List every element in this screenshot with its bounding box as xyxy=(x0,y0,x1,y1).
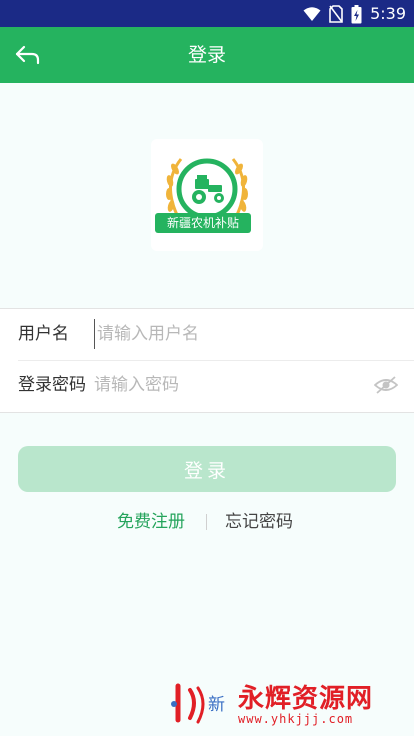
watermark-logo-text: 新 xyxy=(208,695,225,715)
no-sim-icon xyxy=(329,5,343,23)
status-time: 5:39 xyxy=(370,4,406,23)
status-icons: 5:39 xyxy=(303,4,406,24)
link-separator xyxy=(206,514,207,530)
battery-charging-icon xyxy=(351,4,362,23)
login-form: 用户名 登录密码 xyxy=(0,308,414,413)
logo-text: 新疆农机补贴 xyxy=(155,213,251,233)
status-bar: 5:39 xyxy=(0,0,414,27)
watermark: 新 永辉资源网 www.yhkjjj.com xyxy=(168,676,414,732)
password-input[interactable] xyxy=(94,370,354,400)
login-button[interactable]: 登录 xyxy=(18,446,396,492)
username-label: 用户名 xyxy=(18,324,69,344)
eye-icon[interactable] xyxy=(374,375,398,395)
username-input[interactable] xyxy=(94,319,397,349)
tractor-emblem-icon xyxy=(166,158,248,220)
watermark-brand: 永辉资源网 xyxy=(238,684,374,714)
forgot-password-link[interactable]: 忘记密码 xyxy=(225,507,293,537)
page-title: 登录 xyxy=(187,44,226,66)
watermark-url: www.yhkjjj.com xyxy=(238,712,354,726)
password-row: 登录密码 xyxy=(0,360,414,411)
wifi-icon xyxy=(303,7,321,21)
app-bar: 登录 xyxy=(0,27,414,83)
username-row: 用户名 xyxy=(0,309,414,360)
app-logo: 新疆农机补贴 xyxy=(151,139,263,251)
auth-links: 免费注册 忘记密码 xyxy=(0,507,414,537)
password-label: 登录密码 xyxy=(18,375,86,395)
register-link[interactable]: 免费注册 xyxy=(117,507,185,537)
